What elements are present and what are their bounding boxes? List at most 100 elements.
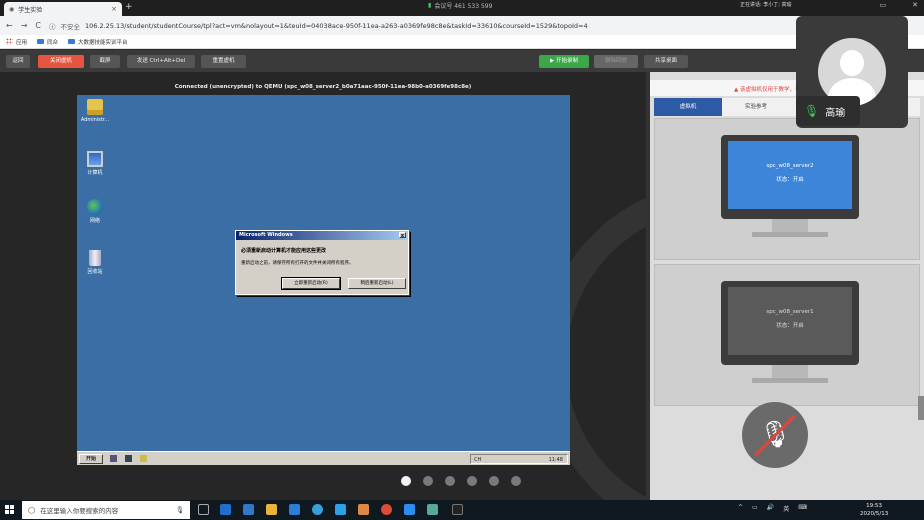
app-icon[interactable] (427, 504, 438, 515)
desktop-icon-computer[interactable]: 计算机 (77, 151, 113, 176)
new-tab-button[interactable]: + (125, 2, 133, 12)
app-icon[interactable] (312, 504, 323, 515)
restart-dialog: Microsoft Windows x 必须重新启动计算机才能应用这些更改 重新… (235, 230, 409, 295)
vm-clock: 11:48 (548, 457, 563, 463)
bookmark-bigdata[interactable]: 大数据技能实训平台 (68, 38, 128, 46)
bookmarks-bar: 应用 同众 大数据技能实训平台 (0, 35, 924, 49)
voice-search-icon[interactable]: 🎙 (176, 506, 184, 514)
delete-record-button[interactable]: 删除回放 (594, 55, 638, 68)
app-icon[interactable] (335, 504, 346, 515)
dialog-close-icon[interactable]: x (399, 232, 406, 239)
restart-now-button[interactable]: 立即重新启动(R) (281, 277, 341, 290)
close-window-icon[interactable]: ✕ (912, 1, 918, 9)
vnc-status: Connected (unencrypted) to QEMU (spc_w08… (174, 84, 472, 90)
window-controls: ▭ ✕ (880, 1, 919, 9)
tray-chevron-icon[interactable]: ^ (738, 504, 743, 513)
vm-status: 状态：开启 (776, 323, 804, 329)
explorer-icon[interactable] (140, 455, 147, 462)
recycle-bin-icon (89, 250, 101, 266)
send-ctrl-alt-del-button[interactable]: 发送 Ctrl+Alt+Del (127, 55, 195, 68)
desktop-icon-administrator[interactable]: Administr... (77, 99, 113, 123)
vm-taskbar: 开始 CH 11:48 (77, 451, 570, 465)
apps-icon (6, 38, 13, 45)
bookmark-icon (37, 39, 45, 44)
search-placeholder: 在这里输入你要搜索的内容 (40, 507, 119, 515)
system-tray: ^ ▭ 🔊 英 ⌨ (738, 504, 807, 513)
close-tab-icon[interactable]: × (111, 5, 117, 13)
meeting-id: 会议号 461 533 599 (434, 3, 493, 10)
windows-taskbar: ◯ 在这里输入你要搜索的内容 🎙 ^ ▭ 🔊 英 ⌨ 19:53 2020/5/… (0, 500, 924, 520)
tab-reference[interactable]: 实验参考 (722, 98, 790, 116)
app-icon[interactable] (358, 504, 369, 515)
signal-icon: ▮ (428, 2, 432, 9)
back-button[interactable]: 返回 (6, 55, 30, 68)
task-view-icon[interactable] (198, 504, 209, 515)
store-icon[interactable] (289, 504, 300, 515)
forward-arrow-icon[interactable]: → (21, 21, 28, 30)
dialog-title: Microsoft Windows x (236, 231, 408, 240)
url-field[interactable]: ⓘ 不安全 106.2.25.13/student/studentCourse/… (49, 21, 588, 31)
monitor-icon: spc_w08_server1 状态：开启 (721, 281, 859, 365)
page-dot[interactable] (467, 476, 477, 486)
volume-icon[interactable]: 🔊 (767, 504, 774, 513)
back-arrow-icon[interactable]: ← (6, 21, 13, 30)
server-manager-icon[interactable] (110, 455, 117, 462)
meeting-app-icon[interactable] (404, 504, 415, 515)
screenshot-button[interactable]: 截屏 (90, 55, 120, 68)
vm-tray: CH 11:48 (470, 454, 568, 464)
page-dots (401, 476, 521, 486)
file-explorer-icon[interactable] (266, 504, 277, 515)
terminal-icon[interactable] (452, 504, 463, 515)
vm-name: spc_w08_server1 (766, 309, 814, 315)
taskbar-search-box[interactable]: ◯ 在这里输入你要搜索的内容 🎙 (22, 501, 190, 519)
vm-card-server1[interactable]: spc_w08_server1 状态：开启 (654, 264, 920, 406)
vm-screen[interactable]: Administr... 计算机 网络 回收站 Microsoft Window… (77, 95, 570, 465)
network-icon (87, 199, 103, 215)
close-vm-button[interactable]: 关闭虚机 (38, 55, 84, 68)
mute-microphone-button[interactable]: 🎙 (742, 402, 808, 468)
monitor-stand (772, 219, 808, 233)
chrome-icon[interactable] (381, 504, 392, 515)
vm-start-button[interactable]: 开始 (79, 454, 103, 464)
browser-tab-bar: ◉ 学生实验 × + ▮ 会议号 461 533 599 正在讲话: 李小丁; … (0, 0, 924, 16)
input-language[interactable]: 英 (783, 504, 789, 513)
panel-handle[interactable] (918, 396, 924, 420)
taskbar-clock[interactable]: 19:53 2020/5/13 (860, 502, 888, 518)
eye-icon: ◉ (9, 5, 15, 13)
desktop-icon-recycle-bin[interactable]: 回收站 (77, 250, 113, 275)
keyboard-icon[interactable]: ⌨ (798, 504, 807, 513)
vm-name: spc_w08_server2 (766, 163, 814, 169)
page-dot[interactable] (423, 476, 433, 486)
bookmark-tongzhong[interactable]: 同众 (37, 38, 58, 46)
page-dot[interactable] (511, 476, 521, 486)
minimize-icon[interactable]: ▭ (880, 1, 887, 9)
dialog-message: 必须重新启动计算机才能应用这些更改 (241, 248, 327, 254)
start-record-button[interactable]: ▶ 开始录制 (539, 55, 589, 68)
insecure-label: 不安全 (60, 22, 81, 31)
meeting-info: ▮ 会议号 461 533 599 (428, 1, 492, 10)
restart-later-button[interactable]: 稍后重新启动(L) (348, 278, 406, 289)
share-desktop-button[interactable]: 共享桌面 (644, 55, 688, 68)
windows-start-icon[interactable] (5, 505, 14, 514)
edge-icon[interactable] (220, 504, 231, 515)
page-dot[interactable] (445, 476, 455, 486)
bookmark-apps[interactable]: 应用 (6, 38, 27, 46)
monitor-icon: spc_w08_server2 状态：开启 (721, 135, 859, 219)
vm-card-server2[interactable]: spc_w08_server2 状态：开启 (654, 118, 920, 260)
vm-lang-indicator[interactable]: CH (474, 457, 481, 463)
battery-icon[interactable]: ▭ (752, 504, 758, 513)
restart-vm-button[interactable]: 重置虚机 (201, 55, 246, 68)
desktop-icon-network[interactable]: 网络 (77, 199, 113, 224)
page-dot[interactable] (489, 476, 499, 486)
page-dot[interactable] (401, 476, 411, 486)
speaking-note: 正在讲话: 李小丁; 高瑜 (740, 2, 792, 8)
bookmark-icon (68, 39, 76, 44)
powershell-icon[interactable] (125, 455, 132, 462)
tab-vms[interactable]: 虚拟机 (654, 98, 722, 116)
url-text: 106.2.25.13/student/studentCourse/tpl?ac… (85, 21, 588, 30)
address-bar: ← → C ⓘ 不安全 106.2.25.13/student/studentC… (0, 16, 924, 35)
monitor-stand (772, 365, 808, 379)
mail-icon[interactable] (243, 504, 254, 515)
browser-tab[interactable]: ◉ 学生实验 × (4, 2, 122, 16)
reload-icon[interactable]: C (35, 21, 41, 30)
